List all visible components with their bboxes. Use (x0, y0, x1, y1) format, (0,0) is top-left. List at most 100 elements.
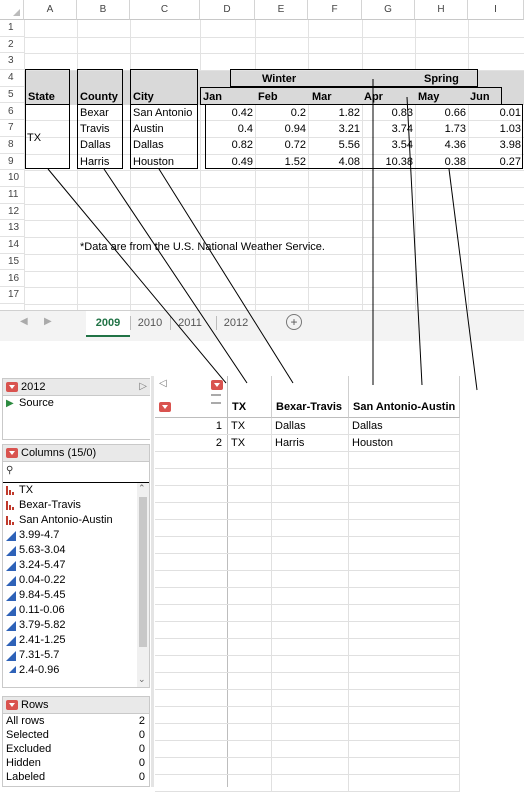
city-cell[interactable]: Houston (133, 154, 174, 170)
value-cell[interactable]: 4.36 (416, 137, 466, 153)
column-header-e[interactable]: E (255, 0, 308, 20)
column-header-c[interactable]: C (130, 0, 200, 20)
value-cell[interactable]: 0.72 (256, 137, 306, 153)
city-cell[interactable]: Austin (133, 121, 164, 137)
value-cell[interactable]: 4.08 (310, 154, 360, 170)
table-cell[interactable]: TX (228, 418, 272, 435)
table-column-header[interactable]: San Antonio-Austin (349, 376, 460, 418)
row-stat[interactable]: Selected 0 (3, 728, 149, 742)
collapse-left-icon[interactable]: ◁ (159, 378, 167, 389)
scroll-left-icon[interactable]: ◀ (20, 316, 28, 327)
month-header-apr[interactable]: Apr (364, 89, 383, 105)
column-item[interactable]: San Antonio-Austin (3, 513, 149, 528)
city-cell[interactable]: Dallas (133, 137, 164, 153)
row-header-8[interactable]: 8 (0, 137, 24, 154)
month-header-jan[interactable]: Jan (203, 89, 222, 105)
value-cell[interactable]: 3.54 (363, 137, 413, 153)
sheet-tab-2009[interactable]: 2009 (86, 311, 130, 337)
row-header-2[interactable]: 2 (0, 37, 24, 54)
table-cell[interactable]: Harris (272, 435, 349, 452)
value-cell[interactable]: 0.49 (203, 154, 253, 170)
table-column-header[interactable]: Bexar-Travis (272, 376, 349, 418)
row-header-9[interactable]: 9 (0, 154, 24, 171)
row-menu-icon[interactable] (159, 402, 171, 412)
value-cell[interactable]: 1.82 (310, 105, 360, 121)
county-cell[interactable]: Harris (80, 154, 109, 170)
value-cell[interactable]: 0.94 (256, 121, 306, 137)
state-header[interactable]: State (28, 89, 55, 105)
column-item[interactable]: 9.84-5.45 (3, 588, 149, 603)
column-item[interactable]: 0.11-0.06 (3, 603, 149, 618)
panel-splitter[interactable] (151, 376, 154, 787)
table-cell[interactable]: TX (228, 435, 272, 452)
month-header-mar[interactable]: Mar (312, 89, 332, 105)
table-name-bar[interactable]: 2012 ▷ (3, 379, 150, 396)
row-header-13[interactable]: 13 (0, 220, 24, 238)
column-header-b[interactable]: B (77, 0, 130, 20)
value-cell[interactable]: 3.98 (471, 137, 521, 153)
column-menu-icon[interactable] (211, 380, 223, 390)
county-cell[interactable]: Travis (80, 121, 110, 137)
scroll-thumb[interactable] (139, 497, 147, 647)
value-cell[interactable]: 0.27 (471, 154, 521, 170)
state-value[interactable]: TX (27, 130, 41, 146)
value-cell[interactable]: 0.66 (416, 105, 466, 121)
column-search[interactable]: ⚲ (3, 462, 149, 483)
row-header-11[interactable]: 11 (0, 187, 24, 204)
column-header-h[interactable]: H (415, 0, 468, 20)
column-item[interactable]: 5.63-3.04 (3, 543, 149, 558)
city-header[interactable]: City (133, 89, 154, 105)
row-header-15[interactable]: 15 (0, 254, 24, 271)
value-cell[interactable]: 1.03 (471, 121, 521, 137)
row-header-1[interactable]: 1 (0, 20, 24, 37)
row-header-4[interactable]: 4 (0, 70, 24, 87)
winter-header[interactable]: Winter (262, 71, 296, 87)
row-header-16[interactable]: 16 (0, 271, 24, 288)
row-stat[interactable]: Excluded 0 (3, 742, 149, 756)
value-cell[interactable]: 0.42 (203, 105, 253, 121)
column-item[interactable]: 3.99-4.7 (3, 528, 149, 543)
row-header-5[interactable]: 5 (0, 87, 24, 104)
value-cell[interactable]: 0.82 (203, 137, 253, 153)
table-column-header[interactable]: TX (228, 376, 272, 418)
column-item[interactable]: TX (3, 483, 149, 498)
column-item[interactable]: 7.31-5.7 (3, 648, 149, 663)
value-cell[interactable]: 0.4 (203, 121, 253, 137)
county-header[interactable]: County (80, 89, 118, 105)
value-cell[interactable]: 5.56 (310, 137, 360, 153)
value-cell[interactable]: 0.38 (416, 154, 466, 170)
month-header-jun[interactable]: Jun (470, 89, 490, 105)
month-header-may[interactable]: May (418, 89, 439, 105)
row-stat[interactable]: Labeled 0 (3, 770, 149, 784)
row-header-7[interactable]: 7 (0, 120, 24, 137)
row-stat[interactable]: All rows 2 (3, 714, 149, 728)
row-number[interactable]: 1 (155, 418, 228, 435)
month-header-feb[interactable]: Feb (258, 89, 278, 105)
column-item[interactable]: 3.79-5.82 (3, 618, 149, 633)
column-item[interactable]: 0.04-0.22 (3, 573, 149, 588)
value-cell[interactable]: 10.38 (363, 154, 413, 170)
source-item[interactable]: ▶ Source (3, 396, 150, 411)
row-header-6[interactable]: 6 (0, 104, 24, 121)
row-header-3[interactable]: 3 (0, 53, 24, 71)
row-header-12[interactable]: 12 (0, 204, 24, 221)
table-cell[interactable]: Houston (349, 435, 460, 452)
spring-header[interactable]: Spring (424, 71, 459, 87)
row-number[interactable]: 2 (155, 435, 228, 452)
add-sheet-button[interactable]: + (286, 314, 302, 330)
column-item[interactable]: 2.41-1.25 (3, 633, 149, 648)
rows-header-bar[interactable]: Rows (3, 697, 149, 714)
table-cell[interactable]: Dallas (349, 418, 460, 435)
column-header-f[interactable]: F (308, 0, 362, 20)
value-cell[interactable]: 0.01 (471, 105, 521, 121)
sheet-tab-2011[interactable]: 2011 (172, 311, 208, 335)
source-note[interactable]: *Data are from the U.S. National Weather… (80, 239, 325, 255)
value-cell[interactable]: 3.74 (363, 121, 413, 137)
sheet-tab-2010[interactable]: 2010 (132, 311, 168, 335)
column-item[interactable]: 3.24-5.47 (3, 558, 149, 573)
county-cell[interactable]: Dallas (80, 137, 111, 153)
row-header-10[interactable]: 10 (0, 170, 24, 187)
scroll-down-icon[interactable]: ⌄ (138, 674, 146, 685)
row-stat[interactable]: Hidden 0 (3, 756, 149, 770)
value-cell[interactable]: 1.73 (416, 121, 466, 137)
